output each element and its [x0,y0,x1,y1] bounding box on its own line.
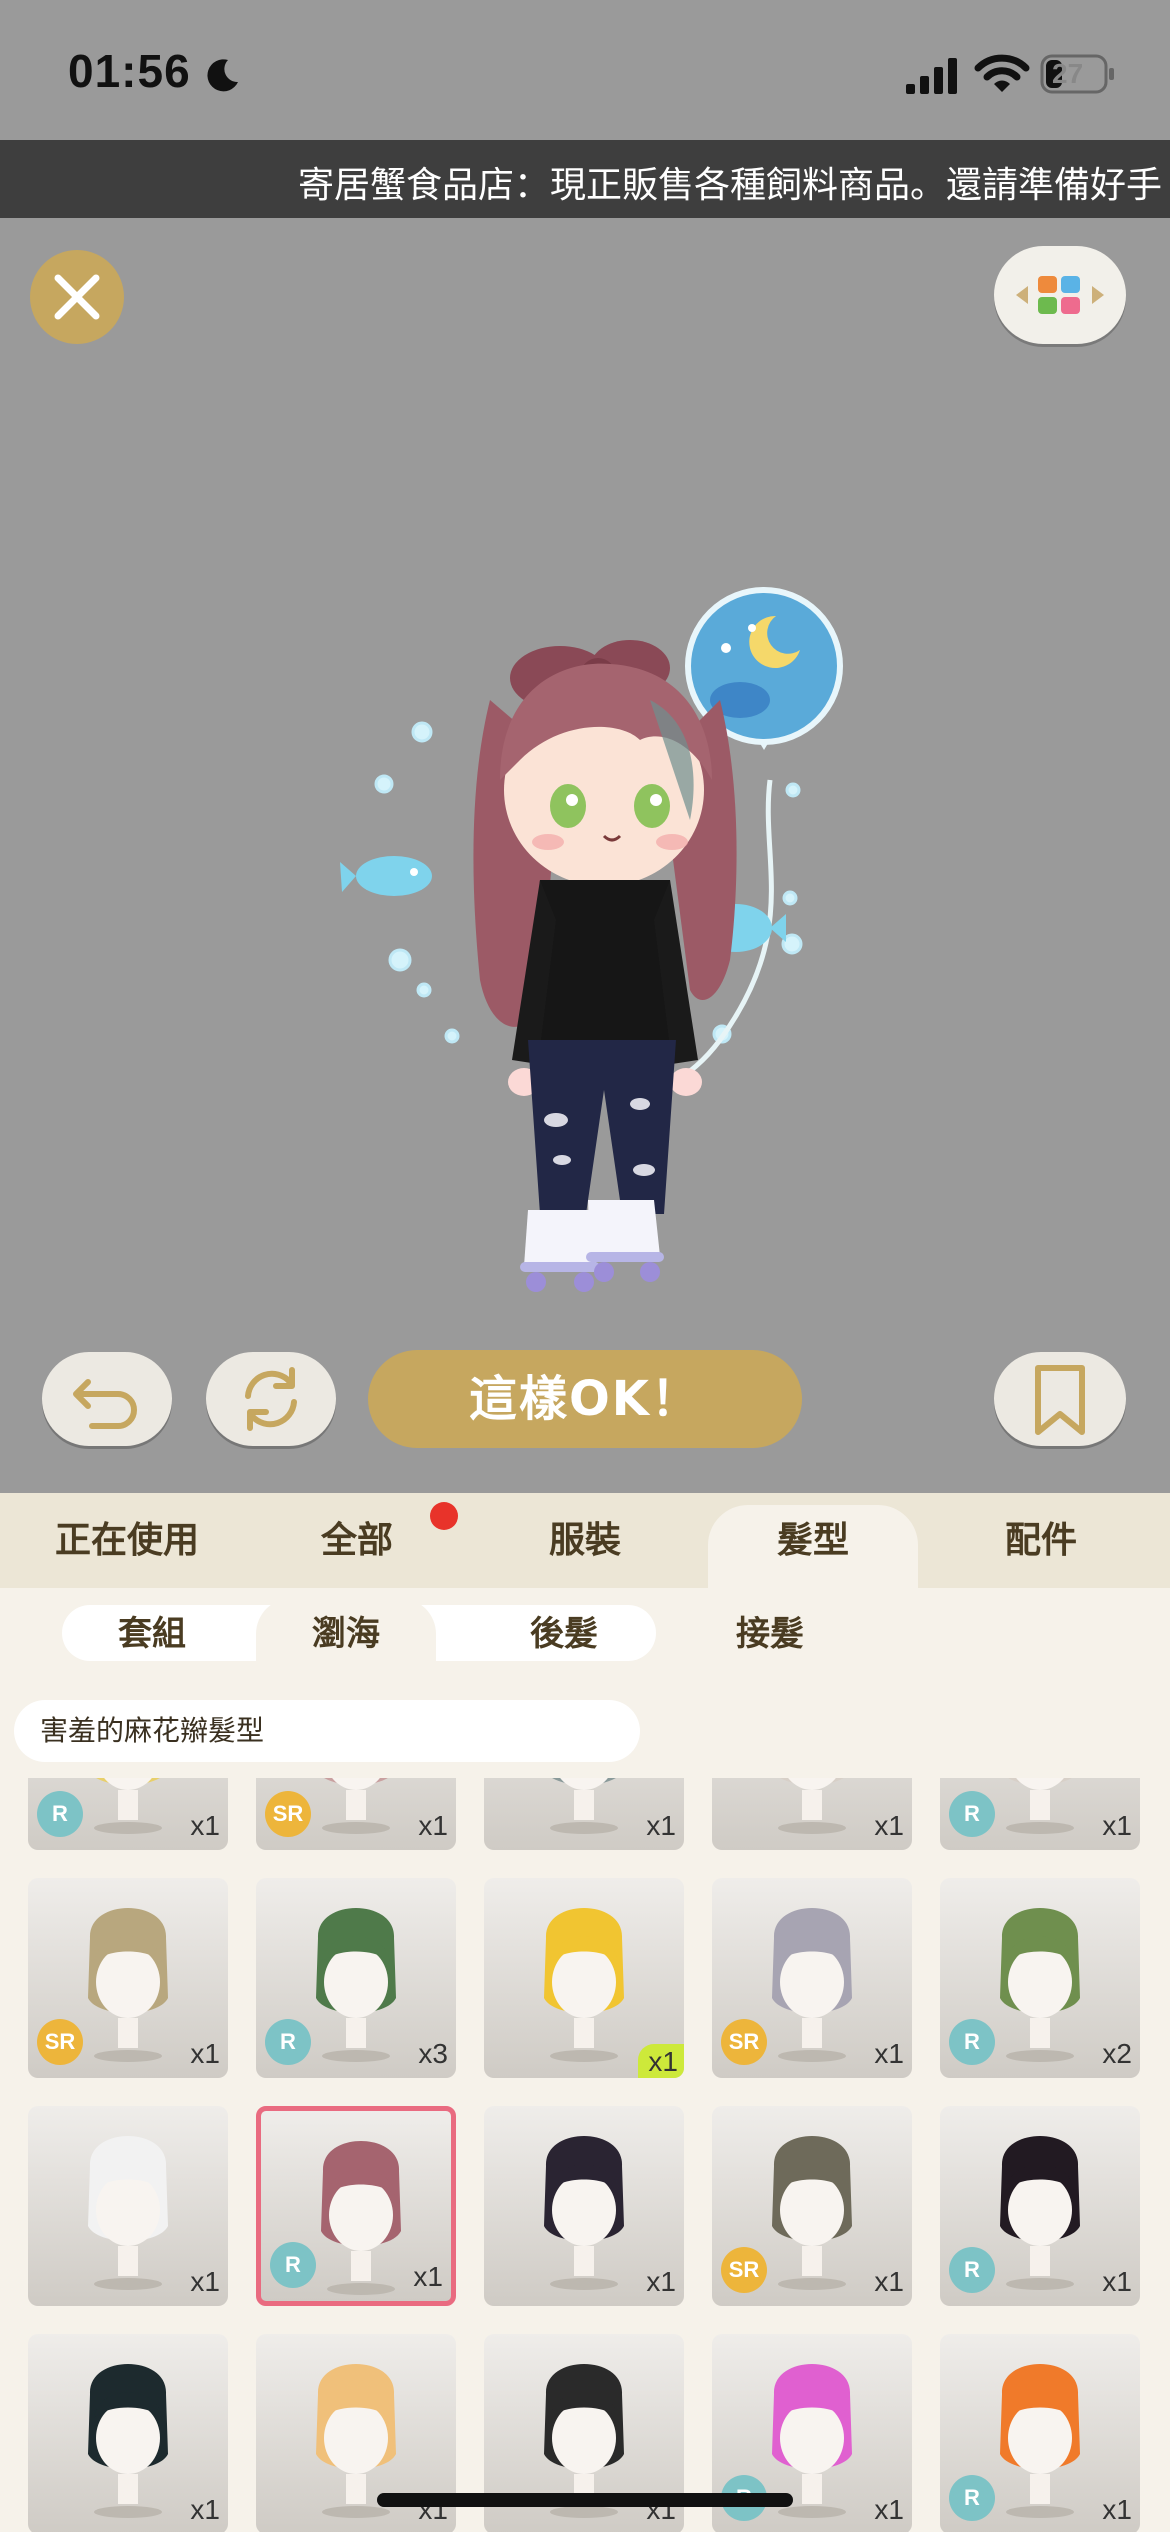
item-quantity: x1 [638,2044,684,2078]
status-bar: 01:56 27 [0,0,1170,140]
rarity-badge: R [270,2242,316,2288]
item-quantity: x1 [646,1810,676,1841]
confirm-button[interactable]: 這樣OK！ [368,1350,802,1448]
item-quantity: x1 [646,2266,676,2297]
wifi-icon [974,54,1030,92]
refresh-icon [245,1367,297,1431]
bookmark-button[interactable] [994,1352,1126,1446]
bookmark-icon [1035,1365,1085,1435]
notification-dot [430,1502,458,1530]
rarity-badge: SR [721,2247,767,2293]
item-quantity: x1 [874,2038,904,2069]
item-quantity: x3 [418,2038,448,2069]
item-quantity: x1 [874,2266,904,2297]
hairstyle-item[interactable]: x1 [484,1878,684,2078]
selected-item-name: 害羞的麻花辮髮型 [14,1700,640,1762]
rarity-badge: SR [721,2019,767,2065]
item-grid: Rx1 SR x1 x1 x1 Rx1 SR x1 Rx3 x1 SR x1 Rx2 x1 Rx1 x1 SR x… [0,1778,1170,2532]
item-quantity: x1 [190,2038,220,2069]
rarity-badge: R [949,1791,995,1837]
rarity-badge: R [949,2247,995,2293]
rarity-badge: SR [265,1791,311,1837]
subtab-bangs[interactable]: 瀏海 [256,1598,436,1680]
category-tabs: 正在使用 全部 服裝 髮型 配件 [0,1493,1170,1588]
item-quantity: x1 [1102,2266,1132,2297]
item-quantity: x1 [190,1810,220,1841]
tab-clothing[interactable]: 服裝 [480,1493,690,1588]
rarity-badge: R [37,1791,83,1837]
close-icon [54,274,100,320]
item-quantity: x1 [190,2494,220,2525]
undo-icon [73,1379,137,1429]
hairstyle-item[interactable]: Rx3 [256,1878,456,2078]
subtab-extensions[interactable]: 接髮 [680,1588,860,1680]
item-quantity: x1 [413,2261,443,2292]
item-panel: 害羞的麻花辮髮型 Rx1 SR x1 x1 x1 Rx1 SR x1 Rx3 x1 SR x1 Rx2 x… [0,1680,1170,2532]
item-quantity: x1 [418,1810,448,1841]
ticker-text: 寄居蟹食品店：現正販售各種飼料商品。還請準備好手 [298,165,1163,206]
cellular-signal-icon [906,58,957,94]
item-quantity: x1 [190,2266,220,2297]
hairstyle-item[interactable]: Rx2 [940,1878,1140,2078]
rarity-badge: R [949,2475,995,2521]
hairstyle-item[interactable]: x1 [28,2334,228,2532]
close-button[interactable] [30,250,124,344]
item-quantity: x1 [1102,2494,1132,2525]
hairstyle-item[interactable]: x1 [484,1778,684,1850]
avatar-character [340,587,843,1292]
subtab-set[interactable]: 套組 [62,1588,242,1680]
undo-button[interactable] [42,1352,172,1446]
hairstyle-item[interactable]: Rx1 [940,1778,1140,1850]
battery-level: 27 [1052,58,1084,89]
item-quantity: x1 [1102,1810,1132,1841]
randomize-button[interactable] [206,1352,336,1446]
hairstyle-item[interactable]: SR x1 [712,1878,912,2078]
hairstyle-item[interactable]: SR x1 [712,2106,912,2306]
hairstyle-item[interactable]: Rx1 [940,2334,1140,2532]
item-quantity: x1 [874,2494,904,2525]
home-indicator [377,2493,793,2507]
hairstyle-item[interactable]: SR x1 [28,1878,228,2078]
hairstyle-subtabs: 套組 瀏海 後髮 接髮 [0,1588,1170,1680]
rarity-badge: R [949,2019,995,2065]
hairstyle-item[interactable]: Rx1 [940,2106,1140,2306]
tab-accessories[interactable]: 配件 [936,1493,1146,1588]
subtab-back-hair[interactable]: 後髮 [474,1588,654,1680]
rarity-badge: R [265,2019,311,2065]
item-quantity: x1 [874,1810,904,1841]
hairstyle-item[interactable]: SR x1 [256,1778,456,1850]
tab-in-use[interactable]: 正在使用 [22,1493,232,1588]
hairstyle-item[interactable]: Rx1 [256,2106,456,2306]
avatar-preview [0,218,1170,1493]
rarity-badge: SR [37,2019,83,2065]
tab-all[interactable]: 全部 [252,1493,462,1588]
news-ticker: 寄居蟹食品店：現正販售各種飼料商品。還請準備好手 [0,140,1170,218]
hairstyle-item[interactable]: x1 [484,2106,684,2306]
hairstyle-item[interactable]: x1 [712,1778,912,1850]
item-quantity: x2 [1102,2038,1132,2069]
hairstyle-item[interactable]: Rx1 [28,1778,228,1850]
background-switch-button[interactable] [994,246,1126,344]
background-grid-icon [1016,276,1104,314]
moon-icon [207,59,238,92]
hairstyle-item[interactable]: x1 [28,2106,228,2306]
tab-hairstyle[interactable]: 髮型 [708,1505,918,1588]
status-time: 01:56 [68,45,191,97]
